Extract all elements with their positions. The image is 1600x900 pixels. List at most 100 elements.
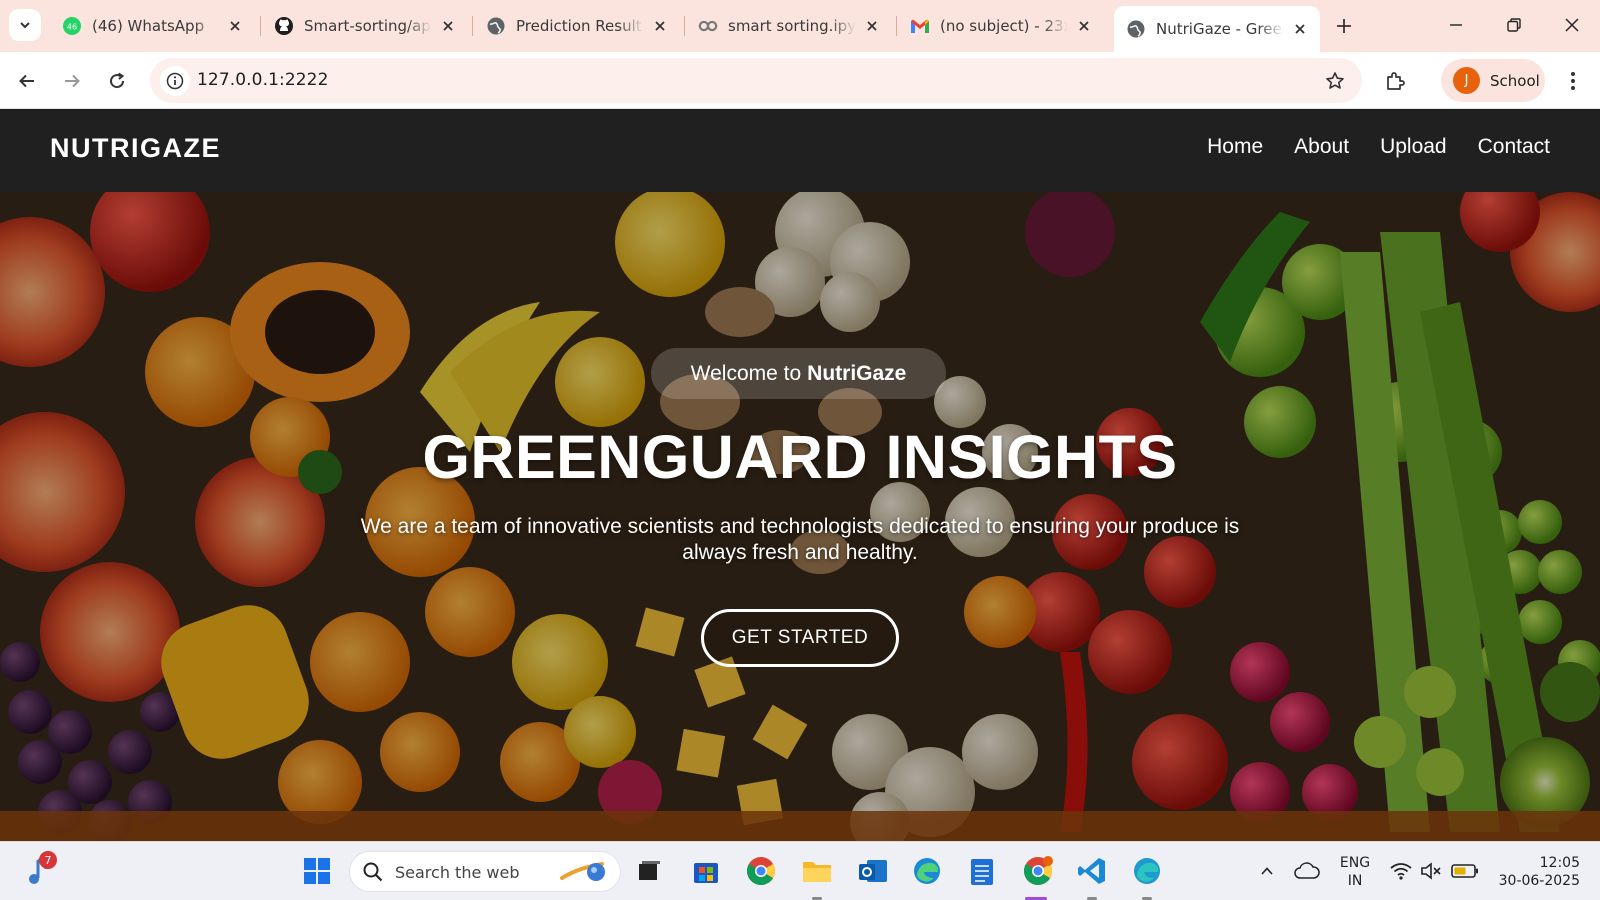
whatsapp-icon: 46 xyxy=(62,16,82,36)
restore-icon xyxy=(1507,18,1521,32)
tab-github[interactable]: Smart-sorting/app xyxy=(262,8,468,44)
minimize-button[interactable] xyxy=(1434,8,1478,42)
browser-toolbar: 127.0.0.1:2222 J School xyxy=(0,52,1600,109)
nav-link-upload[interactable]: Upload xyxy=(1380,135,1447,159)
avatar: J xyxy=(1453,67,1480,94)
wifi-icon xyxy=(1390,863,1412,880)
chrome-taskbar-button[interactable] xyxy=(744,854,778,888)
globe-icon xyxy=(1126,19,1146,39)
clock-date: 30-06-2025 xyxy=(1498,873,1580,889)
notepad-icon xyxy=(971,859,993,885)
vscode-icon xyxy=(1078,858,1105,884)
wifi-status[interactable] xyxy=(1384,854,1418,888)
battery-icon xyxy=(1451,864,1478,878)
bookmark-star-icon[interactable] xyxy=(1322,68,1348,94)
task-view-icon xyxy=(639,861,660,880)
hero-section: Welcome to NutriGaze GREENGUARD INSIGHTS… xyxy=(0,192,1600,841)
tab-prediction-result[interactable]: Prediction Result - xyxy=(474,8,680,44)
tab-nutrigaze-active[interactable]: NutriGaze - Greeng xyxy=(1114,6,1320,52)
task-view-button[interactable] xyxy=(632,854,666,888)
tab-title: (no subject) - 23x5 xyxy=(940,17,1068,35)
globe-icon xyxy=(486,16,506,36)
hero-headline: GREENGUARD INSIGHTS xyxy=(422,423,1178,491)
web-page: NUTRIGAZE Home About Upload Contact Welc… xyxy=(0,109,1600,841)
restore-button[interactable] xyxy=(1492,8,1536,42)
chevron-down-icon xyxy=(20,22,30,29)
site-info-icon[interactable] xyxy=(160,66,190,96)
volume-status[interactable] xyxy=(1414,854,1448,888)
onedrive-button[interactable] xyxy=(1290,854,1324,888)
tab-title: Smart-sorting/app xyxy=(304,17,432,35)
close-tab-icon[interactable] xyxy=(225,16,245,36)
windows-logo-icon xyxy=(304,858,330,884)
site-logo[interactable]: NUTRIGAZE xyxy=(50,133,221,164)
start-button[interactable] xyxy=(300,854,334,888)
forward-button[interactable] xyxy=(55,64,89,98)
nav-links: Home About Upload Contact xyxy=(1207,135,1550,159)
tab-search-button[interactable] xyxy=(9,9,41,41)
bing-comet-icon xyxy=(560,862,605,881)
close-tab-icon[interactable] xyxy=(862,16,882,36)
tab-gmail[interactable]: (no subject) - 23x5 xyxy=(898,8,1104,44)
chrome-profile-button[interactable] xyxy=(1021,854,1055,888)
forward-arrow-icon xyxy=(65,74,80,88)
show-hidden-icons-button[interactable] xyxy=(1250,854,1284,888)
edge-icon xyxy=(914,858,940,884)
microsoft-store-button[interactable] xyxy=(689,854,723,888)
close-tab-icon[interactable] xyxy=(438,16,458,36)
edge-button[interactable] xyxy=(910,854,944,888)
close-tab-icon[interactable] xyxy=(1074,16,1094,36)
edge-icon xyxy=(1134,858,1160,884)
puzzle-icon xyxy=(1387,72,1405,90)
back-button[interactable] xyxy=(10,64,44,98)
colab-icon xyxy=(698,16,718,36)
nav-link-about[interactable]: About xyxy=(1294,135,1349,159)
region-code: IN xyxy=(1347,873,1363,889)
vscode-button[interactable] xyxy=(1075,854,1109,888)
tab-title: smart sorting.ipynb xyxy=(728,17,856,35)
get-started-button[interactable]: GET STARTED xyxy=(701,609,899,667)
outlook-button[interactable] xyxy=(856,854,890,888)
more-vertical-icon xyxy=(1571,72,1575,90)
profile-chip[interactable]: J School xyxy=(1441,59,1545,102)
battery-status[interactable] xyxy=(1448,854,1482,888)
search-placeholder: Search the web xyxy=(395,863,520,882)
address-bar[interactable]: 127.0.0.1:2222 xyxy=(150,58,1362,103)
search-icon xyxy=(363,862,383,882)
svg-text:46: 46 xyxy=(67,23,77,32)
notepad-button[interactable] xyxy=(965,854,999,888)
nav-link-home[interactable]: Home xyxy=(1207,135,1263,159)
new-tab-button[interactable] xyxy=(1330,12,1358,40)
cloud-sync-icon xyxy=(1294,862,1320,879)
hero-subtitle: We are a team of innovative scientists a… xyxy=(360,515,1240,564)
tab-colab[interactable]: smart sorting.ipynb xyxy=(686,8,892,44)
tab-whatsapp[interactable]: 46 (46) WhatsApp xyxy=(50,8,255,44)
outlook-icon xyxy=(859,860,887,882)
file-explorer-button[interactable] xyxy=(800,854,834,888)
welcome-pill: Welcome to NutriGaze xyxy=(651,348,946,399)
edge-dev-button[interactable] xyxy=(1130,854,1164,888)
site-navbar: NUTRIGAZE Home About Upload Contact xyxy=(0,109,1600,192)
chevron-up-icon xyxy=(1261,867,1273,875)
clock[interactable]: 12:05 30-06-2025 xyxy=(1494,854,1580,890)
extensions-button[interactable] xyxy=(1378,64,1412,98)
language-code: ENG xyxy=(1339,855,1371,871)
chrome-menu-button[interactable] xyxy=(1556,64,1590,98)
close-tab-icon[interactable] xyxy=(1290,19,1310,39)
input-language[interactable]: ENG IN xyxy=(1336,854,1374,890)
store-icon xyxy=(694,863,718,883)
tab-title: (46) WhatsApp xyxy=(92,17,205,35)
taskbar-search[interactable]: Search the web xyxy=(349,851,621,892)
tab-strip: 46 (46) WhatsApp Smart-sorting/app Predi… xyxy=(0,0,1600,52)
gmail-icon xyxy=(910,16,930,36)
clock-time: 12:05 xyxy=(1539,855,1580,871)
profile-label: School xyxy=(1490,71,1540,90)
url-text: 127.0.0.1:2222 xyxy=(197,70,329,90)
chrome-icon xyxy=(747,857,775,885)
nav-link-contact[interactable]: Contact xyxy=(1478,135,1550,159)
chrome-icon xyxy=(1024,856,1053,885)
folder-icon xyxy=(803,862,831,882)
close-tab-icon[interactable] xyxy=(650,16,670,36)
close-window-button[interactable] xyxy=(1550,8,1594,42)
reload-button[interactable] xyxy=(100,64,134,98)
